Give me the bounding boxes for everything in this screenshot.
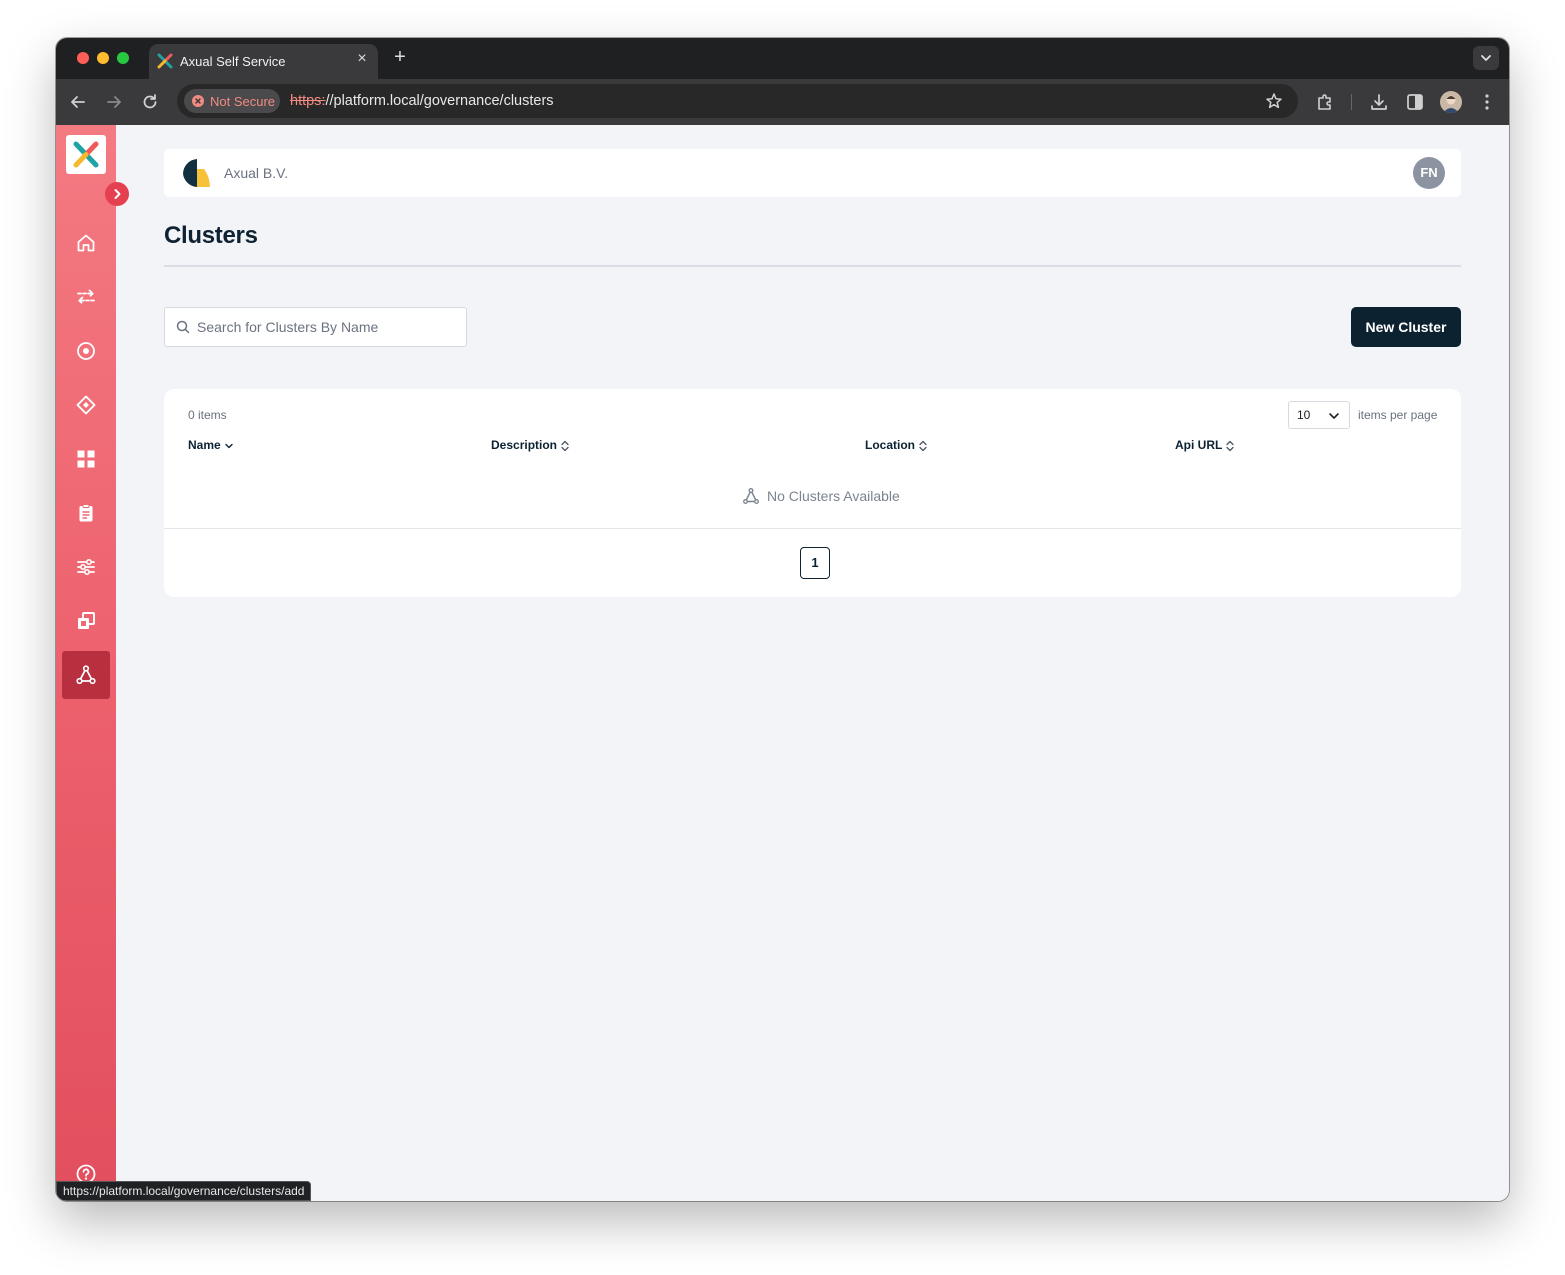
axual-logo-icon — [73, 141, 99, 168]
tab-close-icon[interactable]: × — [354, 51, 370, 67]
search-input[interactable] — [197, 308, 459, 346]
url-path: //platform.local/governance/clusters — [325, 93, 554, 109]
clusters-table: 0 items 10 items per page Name Descripti… — [164, 389, 1461, 597]
sort-icon — [1226, 440, 1234, 451]
page-title: Clusters — [164, 222, 258, 249]
status-bar-url: https://platform.local/governance/cluste… — [56, 1181, 312, 1201]
column-header-label: Description — [491, 438, 558, 452]
per-page-value: 10 — [1297, 408, 1311, 422]
target-icon — [77, 342, 95, 360]
tab-search-button[interactable] — [1473, 46, 1499, 70]
sort-icon — [561, 440, 569, 451]
items-count: 0 items — [188, 408, 227, 422]
pagination-page-button[interactable]: 1 — [800, 547, 830, 579]
toolbar-divider — [1351, 94, 1352, 110]
items-per-page-label: items per page — [1358, 408, 1438, 422]
sort-desc-icon — [224, 443, 233, 449]
axual-favicon-icon — [157, 53, 173, 69]
cluster-icon — [76, 665, 96, 685]
title-divider — [164, 265, 1461, 267]
main-content: Axual B.V. FN Clusters New Cluster 0 ite… — [116, 125, 1509, 1201]
items-per-page-select[interactable]: 10 — [1288, 401, 1350, 429]
tab-bar: Axual Self Service × + — [56, 38, 1509, 79]
app-root: Axual B.V. FN Clusters New Cluster 0 ite… — [56, 125, 1509, 1201]
side-panel-icon[interactable] — [1404, 91, 1426, 113]
download-icon[interactable] — [1368, 91, 1390, 113]
tab-title: Axual Self Service — [180, 54, 286, 69]
minimize-window-button[interactable] — [97, 52, 109, 64]
sidebar-item-groups[interactable] — [62, 597, 110, 645]
diamond-icon — [76, 395, 96, 415]
reload-icon[interactable] — [139, 91, 161, 113]
maximize-window-button[interactable] — [117, 52, 129, 64]
search-field[interactable] — [164, 307, 467, 347]
column-header-api-url[interactable]: Api URL — [1175, 438, 1235, 452]
user-avatar[interactable]: FN — [1413, 157, 1445, 189]
warning-icon — [192, 95, 204, 107]
chevron-down-icon — [1481, 55, 1491, 61]
back-arrow-icon[interactable] — [67, 91, 89, 113]
sidebar-item-clusters[interactable] — [62, 651, 110, 699]
sidebar — [56, 125, 116, 1201]
url-text: https://platform.local/governance/cluste… — [290, 93, 554, 109]
cluster-icon — [743, 488, 759, 504]
sidebar-expand-button[interactable] — [105, 182, 129, 206]
home-icon — [77, 234, 95, 252]
extensions-puzzle-icon[interactable] — [1314, 91, 1336, 113]
profile-avatar[interactable] — [1440, 91, 1462, 113]
sidebar-item-streams[interactable] — [62, 273, 110, 321]
brand-logo[interactable] — [66, 135, 106, 174]
forward-arrow-icon[interactable] — [103, 91, 125, 113]
org-header: Axual B.V. FN — [164, 149, 1461, 197]
column-header-label: Location — [865, 438, 915, 452]
browser-window: Axual Self Service × + Not Secure https:… — [56, 38, 1509, 1201]
security-indicator[interactable]: Not Secure — [184, 89, 280, 113]
column-header-label: Name — [188, 438, 221, 452]
sliders-icon — [77, 558, 95, 576]
new-tab-icon[interactable]: + — [390, 46, 410, 68]
column-header-label: Api URL — [1175, 438, 1223, 452]
address-bar[interactable]: Not Secure https://platform.local/govern… — [177, 84, 1298, 118]
column-header-location[interactable]: Location — [865, 438, 928, 452]
sidebar-item-settings[interactable] — [62, 543, 110, 591]
chevron-down-icon — [1329, 413, 1339, 419]
grid-icon — [77, 450, 95, 468]
arrows-exchange-icon — [77, 289, 95, 305]
sort-icon — [919, 440, 927, 451]
sidebar-item-schemas[interactable] — [62, 381, 110, 429]
browser-tab[interactable]: Axual Self Service × — [149, 44, 378, 79]
clipboard-icon — [79, 504, 93, 522]
search-icon — [176, 320, 190, 334]
column-header-name[interactable]: Name — [188, 438, 234, 452]
sidebar-item-home[interactable] — [62, 219, 110, 267]
new-cluster-button[interactable]: New Cluster — [1351, 307, 1461, 347]
more-menu-icon[interactable] — [1476, 91, 1498, 113]
browser-toolbar: Not Secure https://platform.local/govern… — [56, 79, 1509, 125]
copy-icon — [78, 612, 95, 629]
close-window-button[interactable] — [77, 52, 89, 64]
url-scheme: https: — [290, 93, 326, 109]
org-name: Axual B.V. — [224, 165, 289, 181]
bookmark-star-icon[interactable] — [1265, 92, 1283, 110]
chevron-right-icon — [114, 189, 121, 199]
empty-state-text: No Clusters Available — [767, 488, 900, 504]
person-icon — [1443, 95, 1459, 113]
sidebar-item-instances[interactable] — [62, 489, 110, 537]
sidebar-item-applications[interactable] — [62, 435, 110, 483]
table-divider — [164, 528, 1461, 529]
sidebar-item-environments[interactable] — [62, 327, 110, 375]
column-header-description[interactable]: Description — [491, 438, 570, 452]
org-logo-icon — [180, 157, 212, 189]
not-secure-label: Not Secure — [210, 94, 276, 109]
